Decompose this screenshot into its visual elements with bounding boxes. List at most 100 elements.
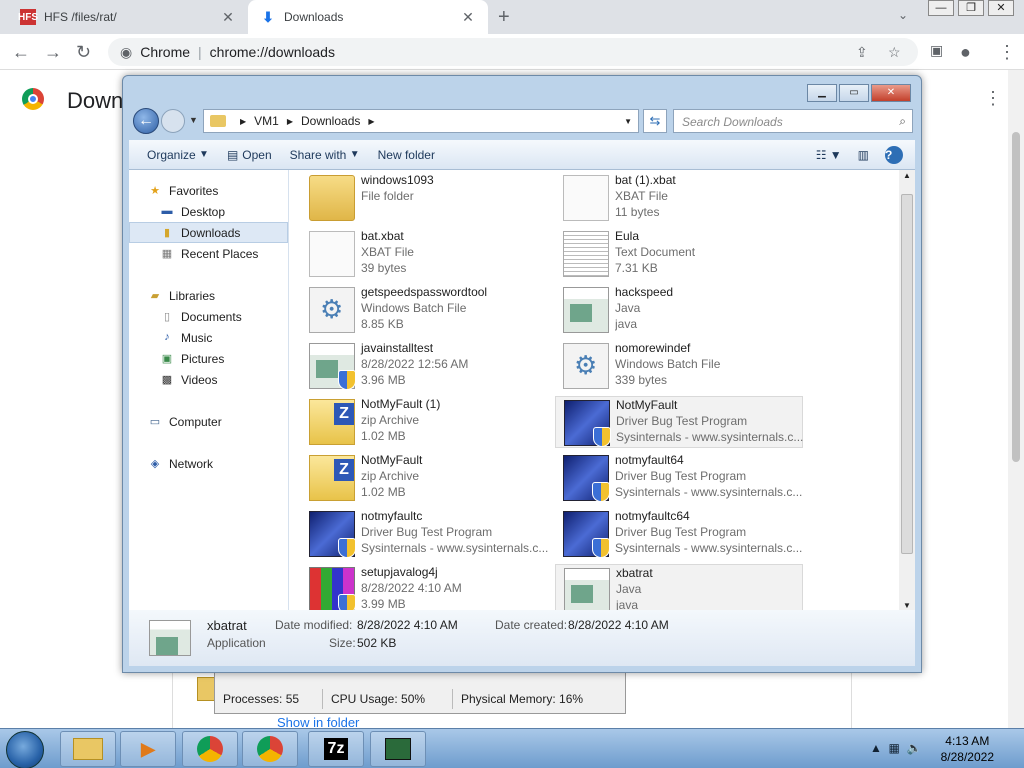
nav-network[interactable]: ◈ Network [129, 453, 288, 474]
file-meta: xbatrat Java java [616, 565, 653, 610]
close-button[interactable]: ✕ [871, 84, 911, 102]
nav-favorites[interactable]: ★ Favorites [129, 180, 288, 201]
taskbar-task-manager-icon[interactable] [370, 731, 426, 767]
refresh-icon[interactable]: ⇆ [643, 109, 667, 133]
file-item[interactable]: NotMyFault Driver Bug Test Program Sysin… [555, 396, 803, 448]
file-item[interactable]: notmyfaultc64 Driver Bug Test Program Sy… [555, 508, 803, 560]
close-icon[interactable]: ✕ [220, 9, 236, 26]
start-button[interactable] [6, 731, 44, 768]
file-item[interactable]: javainstalltest 8/28/2022 12:56 AM 3.96 … [301, 340, 549, 392]
breadcrumb[interactable]: ▶ VM1 ▶ Downloads ▶ ▼ [203, 109, 639, 133]
task-manager-icon [385, 738, 411, 760]
file-item[interactable]: NotMyFault (1) zip Archive 1.02 MB [301, 396, 549, 448]
menu-icon[interactable]: ⋮ [998, 42, 1016, 63]
file-name: NotMyFault [616, 398, 678, 412]
address-bar[interactable]: ◉ Chrome | chrome://downloads ⇪ ☆ [108, 38, 918, 66]
reload-button[interactable]: ↻ [76, 42, 91, 63]
file-item[interactable]: notmyfaultc Driver Bug Test Program Sysi… [301, 508, 549, 560]
file-item[interactable]: setupjavalog4j 8/28/2022 4:10 AM 3.99 MB [301, 564, 549, 610]
share-icon[interactable]: ⇪ [856, 44, 868, 61]
minimize-button[interactable]: — [928, 0, 954, 16]
back-arrow-icon[interactable]: ← [133, 108, 159, 134]
bookmark-star-icon[interactable]: ☆ [888, 44, 901, 61]
organize-button[interactable]: Organize ▼ [147, 148, 209, 162]
more-actions-icon[interactable]: ⋮ [984, 88, 1002, 109]
search-icon[interactable]: ⌕ [899, 114, 906, 129]
nav-computer[interactable]: ▭ Computer [129, 411, 288, 432]
side-panel-icon[interactable]: ▣ [930, 42, 943, 59]
tab-hfs[interactable]: HFS HFS /files/rat/ ✕ [8, 0, 248, 34]
file-item[interactable]: Eula Text Document 7.31 KB [555, 228, 803, 280]
nav-videos[interactable]: ▩ Videos [129, 369, 288, 390]
page-scrollbar[interactable] [1008, 70, 1024, 728]
file-detail-1: zip Archive [361, 413, 420, 427]
chevron-right-icon[interactable]: ▶ [368, 117, 374, 126]
file-list: windows1093 File folder bat (1).xbat XBA… [289, 170, 899, 610]
nav-libraries[interactable]: ▰ Libraries [129, 285, 288, 306]
taskbar-chrome-icon[interactable] [182, 731, 238, 767]
scrollbar-thumb[interactable] [901, 194, 913, 554]
file-list-scrollbar[interactable]: ▲ ▼ [899, 170, 915, 610]
close-button[interactable]: ✕ [988, 0, 1014, 16]
tab-downloads[interactable]: ⬇ Downloads ✕ [248, 0, 488, 34]
scroll-up-icon[interactable]: ▲ [899, 170, 915, 182]
chevron-right-icon[interactable]: ▶ [287, 117, 293, 126]
file-item[interactable]: NotMyFault zip Archive 1.02 MB [301, 452, 549, 504]
cpu-usage: CPU Usage: 50% [323, 689, 453, 709]
nav-label: Network [169, 456, 214, 471]
forward-button[interactable]: → [44, 42, 62, 63]
chevron-right-icon[interactable]: ▶ [240, 117, 246, 126]
file-detail-1: Driver Bug Test Program [615, 525, 747, 539]
file-detail-2: Sysinternals - www.sysinternals.c... [616, 430, 804, 444]
open-button[interactable]: ▤ Open [227, 148, 272, 162]
taskbar-media-player-icon[interactable]: ▶ [120, 731, 176, 767]
file-item[interactable]: hackspeed Java java [555, 284, 803, 336]
file-item[interactable]: xbatrat Java java [555, 564, 803, 610]
preview-pane-icon[interactable]: ▥ [858, 146, 869, 164]
file-item[interactable]: notmyfault64 Driver Bug Test Program Sys… [555, 452, 803, 504]
tab-search-button[interactable]: ⌄ [898, 8, 908, 22]
file-item[interactable]: windows1093 File folder [301, 172, 549, 224]
file-detail-2: 3.99 MB [361, 597, 406, 610]
nav-pictures[interactable]: ▣ Pictures [129, 348, 288, 369]
recent-pages-dropdown[interactable]: ▼ [189, 115, 198, 125]
file-item[interactable]: getspeedspasswordtool Windows Batch File… [301, 284, 549, 336]
nav-desktop[interactable]: ▬ Desktop [129, 201, 288, 222]
scrollbar-thumb[interactable] [1012, 132, 1020, 462]
file-name: windows1093 [361, 173, 434, 187]
selected-file-name: xbatrat [207, 618, 247, 633]
new-folder-button[interactable]: New folder [378, 148, 435, 162]
nav-documents[interactable]: ▯ Documents [129, 306, 288, 327]
file-item[interactable]: nomorewindef Windows Batch File 339 byte… [555, 340, 803, 392]
nav-music[interactable]: ♪ Music [129, 327, 288, 348]
new-tab-button[interactable]: + [498, 6, 510, 29]
change-view-icon[interactable]: ☷ ▼ [816, 146, 842, 164]
file-item[interactable]: bat (1).xbat XBAT File 11 bytes [555, 172, 803, 224]
address-dropdown-icon[interactable]: ▼ [624, 117, 632, 126]
tray-icons[interactable]: ▲ ▦ 🔈 [870, 741, 922, 755]
taskbar-explorer-icon[interactable] [60, 731, 116, 767]
nav-downloads[interactable]: ▮ Downloads [129, 222, 288, 243]
taskbar-7zip-icon[interactable]: 7z [308, 731, 364, 767]
minimize-button[interactable]: ▁ [807, 84, 837, 102]
breadcrumb-downloads[interactable]: Downloads [301, 114, 360, 128]
forward-arrow-icon[interactable] [161, 109, 185, 133]
window-controls: — ❐ ✕ [924, 0, 1014, 18]
share-with-button[interactable]: Share with ▼ [290, 148, 360, 162]
help-icon[interactable]: ? [885, 145, 903, 164]
file-item[interactable]: bat.xbat XBAT File 39 bytes [301, 228, 549, 280]
back-button[interactable]: ← [12, 42, 30, 63]
profile-icon[interactable]: ● [960, 42, 971, 63]
nav-recent-places[interactable]: ▦ Recent Places [129, 243, 288, 264]
close-icon[interactable]: ✕ [460, 9, 476, 26]
restore-button[interactable]: ❐ [958, 0, 984, 16]
nav-label: Music [181, 330, 213, 345]
nav-label: Recent Places [181, 246, 259, 261]
breadcrumb-vm1[interactable]: VM1 [254, 114, 279, 128]
taskbar-chrome-icon[interactable] [242, 731, 298, 767]
scroll-down-icon[interactable]: ▼ [899, 601, 915, 610]
file-meta: setupjavalog4j 8/28/2022 4:10 AM 3.99 MB [361, 564, 462, 610]
search-input[interactable]: Search Downloads ⌕ [673, 109, 913, 133]
maximize-button[interactable]: ▭ [839, 84, 869, 102]
clock[interactable]: 4:13 AM 8/28/2022 [941, 733, 994, 765]
